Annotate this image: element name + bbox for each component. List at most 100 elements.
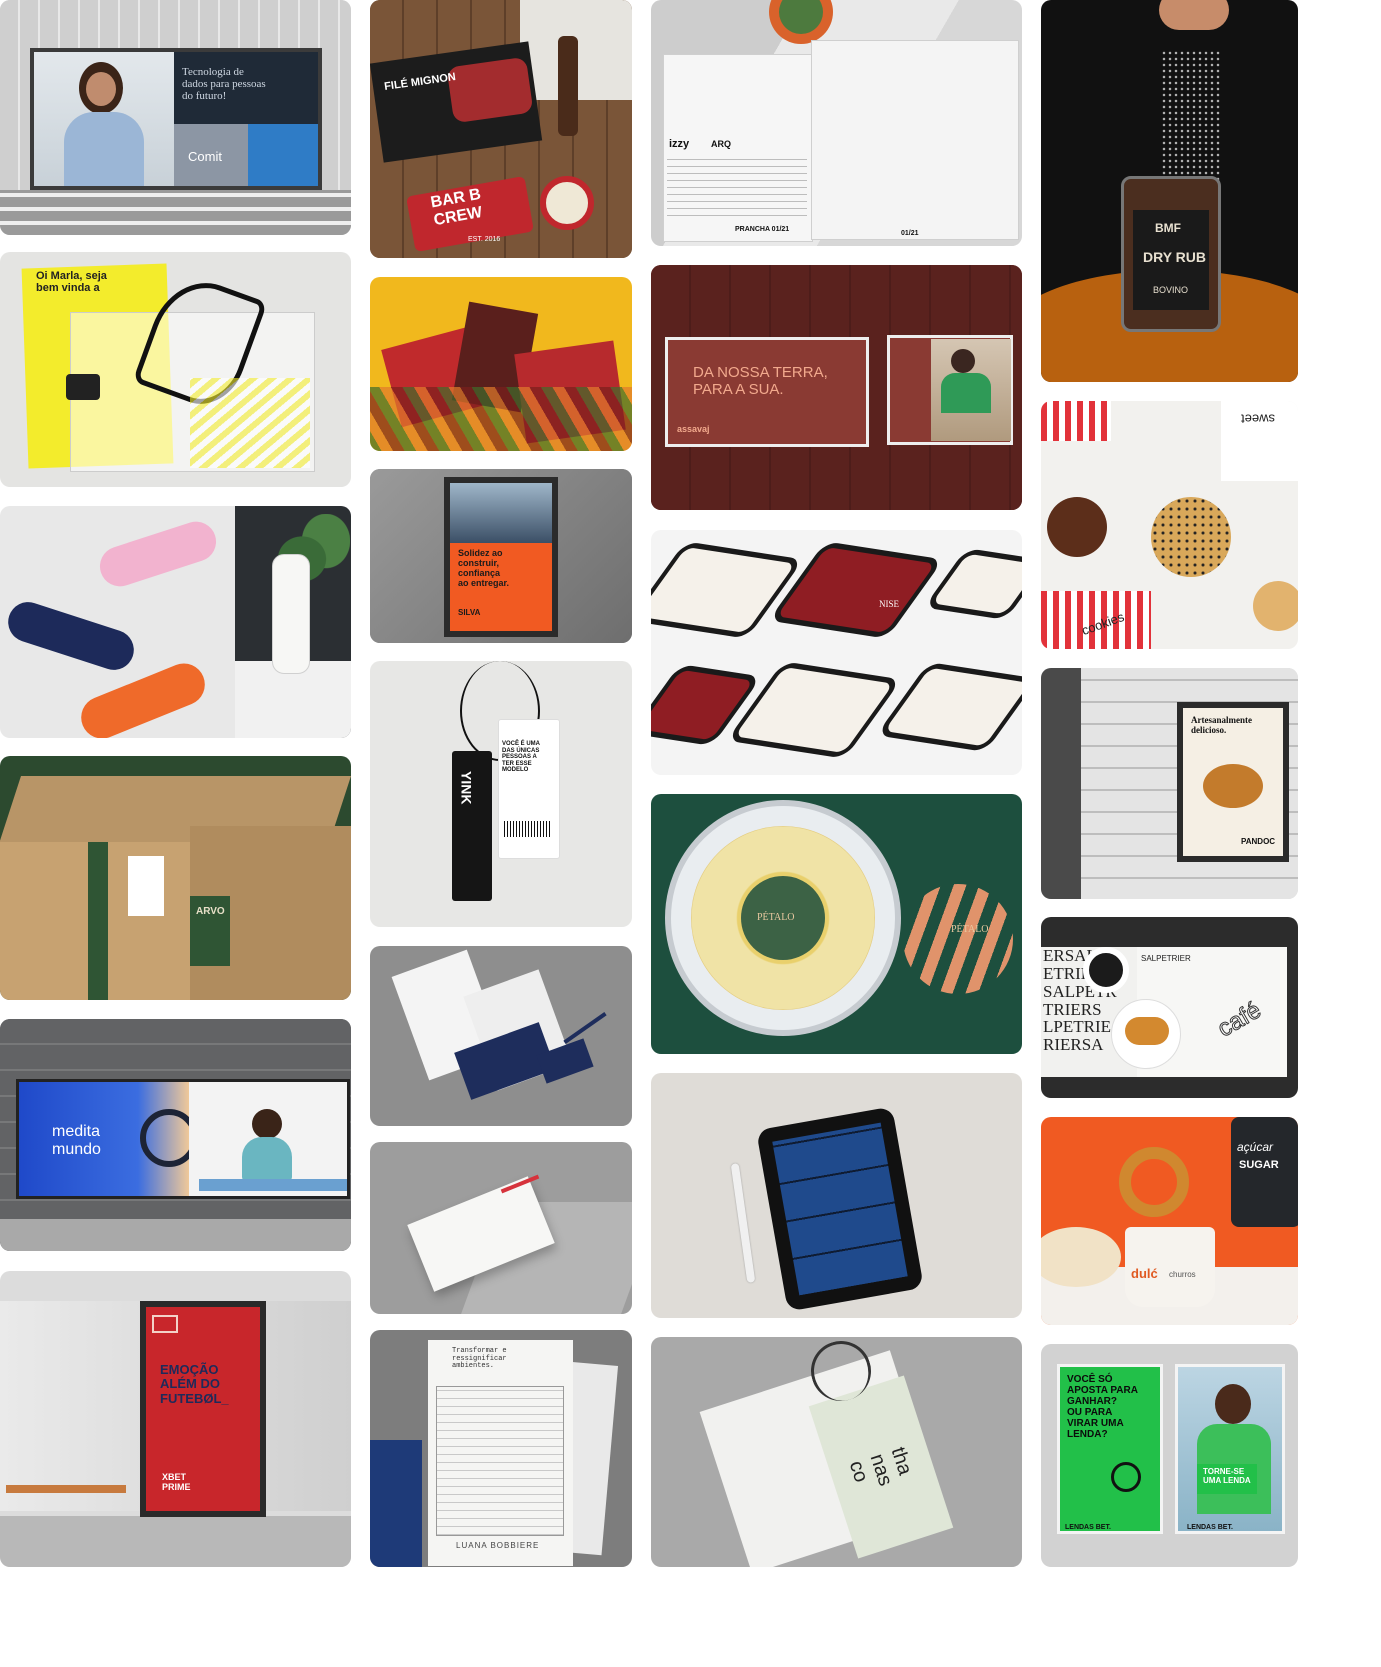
billboard-panel: medita mundo	[16, 1079, 350, 1199]
xbet-brand: XBET PRIME	[162, 1472, 191, 1492]
sugar-top: açúcar	[1237, 1140, 1274, 1154]
shipping-label	[128, 856, 164, 916]
assavaj-billboard-tile[interactable]: DA NOSSA TERRA, PARA A SUA. assavaj	[651, 265, 1022, 510]
nise-brand: NISE	[879, 599, 899, 609]
pencil	[730, 1163, 756, 1283]
meat-cut	[446, 56, 534, 124]
izzy-sheet-label-2: 01/21	[901, 230, 919, 237]
silva-poster-tile[interactable]: Solidez ao construir, confiança ao entre…	[370, 469, 632, 643]
medita-line2: mundo	[52, 1141, 101, 1158]
bag-tile[interactable]: tha nas co	[651, 1337, 1022, 1567]
sidewalk	[0, 1219, 351, 1251]
luana-title: Transformar e ressignificar ambientes.	[452, 1347, 507, 1371]
phone-1	[651, 541, 804, 639]
leaf-pattern	[370, 387, 632, 451]
lendas-headline: VOCÊ SÓ APOSTA PARA GANHAR? OU PARA VIRA…	[1067, 1374, 1138, 1440]
pink-bottle	[94, 516, 222, 592]
checklist-table	[436, 1386, 564, 1536]
bottles-tile[interactable]	[0, 506, 351, 738]
churro-heart	[1119, 1147, 1189, 1217]
woman-photo	[34, 52, 174, 186]
assavaj-brand: assavaj	[677, 424, 710, 434]
salpetrier-tile[interactable]: ERSALP ETRIERS SALPETR TRIERS LPETRIE RI…	[1041, 917, 1298, 1098]
petalo-brand-2: PÉTALO	[951, 924, 989, 935]
izzy-brand: izzy	[669, 138, 690, 150]
comit-brand: Comit	[188, 149, 222, 164]
arvo-brand: ARVO	[196, 906, 225, 917]
tablet-tile[interactable]	[651, 1073, 1022, 1318]
nise-phones-tile[interactable]: NISE	[651, 530, 1022, 775]
lendas-brand-2: LENDAS BET.	[1187, 1524, 1233, 1531]
cookie-1	[1047, 497, 1107, 557]
silva-brand: SILVA	[458, 608, 481, 617]
football-field-icon	[152, 1315, 178, 1333]
izzy-arq-tile[interactable]: izzy ARQ PRANCHA 01/21 01/21	[651, 0, 1022, 246]
stationery-tile[interactable]	[370, 946, 632, 1126]
dulce-suffix: churros	[1169, 1270, 1196, 1279]
stripe-box-top	[1041, 401, 1111, 441]
sugar-bottom: SUGAR	[1239, 1159, 1279, 1171]
xbet-headline: EMOÇÃO ALÉM DO FUTEBØL_	[160, 1362, 229, 1406]
comit-headline: Tecnologia de dados para pessoas do futu…	[182, 66, 266, 103]
medita-billboard-tile[interactable]: medita mundo	[0, 1019, 351, 1251]
pandoc-tile[interactable]: Artesanalmente delicioso. PANDOC	[1041, 668, 1298, 899]
izzy-suffix: ARQ	[711, 139, 731, 149]
luana-tile[interactable]: Transformar e ressignificar ambientes. L…	[370, 1330, 632, 1567]
dulce-tile[interactable]: dulć churros açúcar SUGAR	[1041, 1117, 1298, 1325]
wall-column	[1041, 668, 1081, 899]
yoga-person	[252, 1109, 282, 1139]
phone-6	[876, 662, 1022, 752]
phone-3	[923, 548, 1022, 620]
white-bottle	[272, 554, 310, 674]
xbet-busstop-tile[interactable]: EMOÇÃO ALÉM DO FUTEBØL_ XBET PRIME	[0, 1271, 351, 1567]
izzy-sheet-label: PRANCHA 01/21	[735, 226, 790, 233]
arvo-box-tile[interactable]: ARVO	[0, 756, 351, 1000]
white-tag	[498, 719, 560, 859]
comit-billboard-tile[interactable]: Tecnologia de dados para pessoas do futu…	[0, 0, 351, 235]
lendas-brand: LENDAS BET.	[1065, 1524, 1111, 1531]
sheet-2	[811, 40, 1019, 240]
sugar-jar	[1231, 1117, 1298, 1227]
bmf-variant: BOVINO	[1153, 285, 1189, 295]
croissant	[1125, 1017, 1169, 1045]
cookies-word1: sweet	[1241, 411, 1275, 427]
pen-icon	[563, 1012, 607, 1044]
pepper-grinder	[558, 36, 578, 136]
hand	[1159, 0, 1229, 30]
cookies-tile[interactable]: sweet cookies	[1041, 401, 1298, 649]
coffee-cup	[1083, 947, 1129, 993]
bmf-brand: BMF	[1155, 221, 1181, 235]
phone-2	[768, 541, 944, 639]
yink-tag-text: VOCÊ É UMA DAS ÚNICAS PESSOAS A TER ESSE…	[502, 741, 541, 774]
yink-tags-tile[interactable]: YINK VOCÊ É UMA DAS ÚNICAS PESSOAS A TER…	[370, 661, 632, 927]
bmf-product: DRY RUB	[1143, 249, 1207, 265]
binder-clip-icon	[66, 374, 100, 400]
salt-sprinkles	[1161, 50, 1221, 180]
petalo-tile[interactable]: PÉTALO PÉTALO	[651, 794, 1022, 1054]
bmf-tile[interactable]: BMF DRY RUB BOVINO	[1041, 0, 1298, 382]
cookie-3	[1253, 581, 1298, 631]
barb-est: EST. 2016	[468, 236, 501, 243]
bosch-box	[370, 1440, 422, 1567]
barb-crew-tile[interactable]: FILÉ MIGNON BAR B CREW EST. 2016	[370, 0, 632, 258]
medal-icon	[1111, 1462, 1141, 1492]
welcome-note: Oi Marla, seja bem vinda a	[36, 270, 107, 295]
lendas-tagline: TORNE-SE UMA LENDA	[1203, 1467, 1251, 1485]
ground	[0, 1516, 351, 1567]
navy-bottle	[3, 596, 139, 676]
pandoc-headline: Artesanalmente delicioso.	[1191, 715, 1252, 735]
dulce-brand: dulć	[1131, 1266, 1158, 1281]
welcome-stationery-tile[interactable]: Oi Marla, seja bem vinda a	[0, 252, 351, 487]
yink-brand: YINK	[458, 771, 475, 805]
barcode	[504, 821, 552, 837]
bizcard-tile[interactable]	[370, 1142, 632, 1314]
petalo-coaster	[903, 884, 1013, 994]
beer-glass	[540, 176, 594, 230]
medita-line1: medita	[52, 1123, 101, 1140]
pandoc-brand: PANDOC	[1241, 837, 1276, 846]
yoga-mat	[199, 1179, 347, 1191]
assavaj-headline: DA NOSSA TERRA, PARA A SUA.	[693, 364, 828, 398]
packaging-tile[interactable]	[370, 277, 632, 451]
orange-bottle	[74, 657, 212, 738]
lendas-tile[interactable]: VOCÊ SÓ APOSTA PARA GANHAR? OU PARA VIRA…	[1041, 1344, 1298, 1567]
